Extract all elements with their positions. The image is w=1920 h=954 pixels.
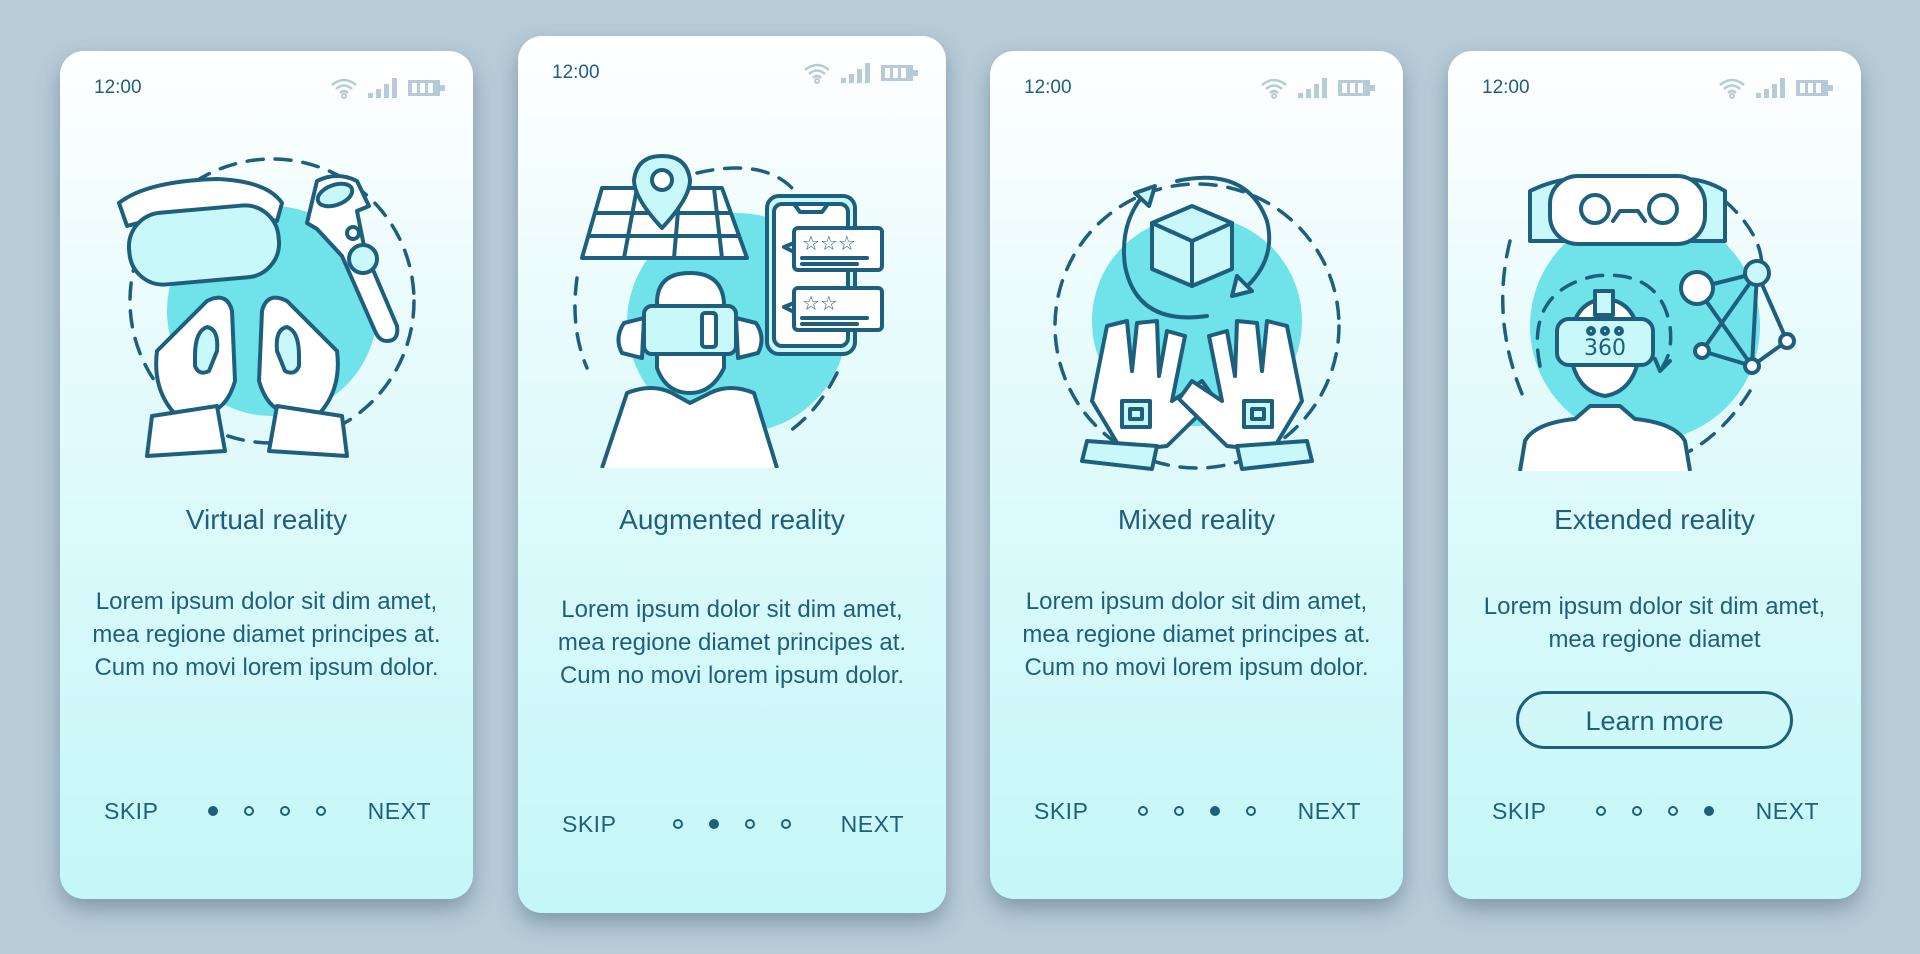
onboarding-screen-augmented-reality: 12:00 ☆☆☆ ☆☆ Augmented reality Lorem ips… [518,36,946,913]
page-indicator [1137,806,1256,816]
wifi-icon [1261,78,1287,99]
battery-icon [881,65,918,81]
vr-headset-controllers-icon [116,157,416,458]
page-dot-1[interactable] [1595,806,1606,816]
onboarding-footer: SKIP NEXT [60,798,473,828]
battery-icon [1338,80,1375,96]
page-dot-4[interactable] [781,819,791,829]
wifi-icon [331,78,357,99]
signal-icon [1756,78,1785,98]
screen-description: Lorem ipsum dolor sit dim amet, mea regi… [1483,593,1826,653]
page-indicator [1595,806,1714,816]
skip-button[interactable]: SKIP [1034,798,1088,825]
status-time: 12:00 [552,62,600,83]
svg-text:☆☆: ☆☆ [802,291,838,315]
ar-map-phone-reviews-icon: ☆☆☆ ☆☆ [573,154,884,468]
next-button[interactable]: NEXT [368,798,431,825]
screen-description: Lorem ipsum dolor sit dim amet, mea regi… [557,596,907,689]
page-dot-2[interactable] [1631,806,1642,816]
status-bar: 12:00 [94,77,447,101]
screen-title: Virtual reality [185,504,348,535]
page-dot-2[interactable] [1173,806,1184,816]
page-dot-2[interactable] [243,806,254,816]
wifi-icon [1719,78,1745,99]
onboarding-footer: SKIP NEXT [1448,798,1861,828]
onboarding-screen-mixed-reality: 12:00 Mixed reality Lorem ipsum dolor si… [990,51,1403,899]
page-dot-2[interactable] [709,819,719,829]
page-indicator [673,819,791,829]
page-dot-4[interactable] [1703,806,1714,816]
screen-title: Augmented reality [619,504,845,535]
wifi-icon [804,63,830,84]
page-dot-3[interactable] [279,806,290,816]
status-bar: 12:00 [1482,77,1835,101]
status-time: 12:00 [1024,77,1072,98]
page-indicator [207,806,326,816]
screen-title: Extended reality [1554,504,1755,535]
next-button[interactable]: NEXT [1298,798,1361,825]
signal-icon [1298,78,1327,98]
next-button[interactable]: NEXT [841,811,904,838]
onboarding-screen-virtual-reality: 12:00 Virtual reality Lorem ipsum dolor … [60,51,473,899]
status-time: 12:00 [94,77,142,98]
page-dot-3[interactable] [1667,806,1678,816]
page-dot-4[interactable] [1245,806,1256,816]
status-bar: 12:00 [1024,77,1377,101]
headset-360-label: 360 [1584,336,1626,361]
next-button[interactable]: NEXT [1756,798,1819,825]
page-dot-4[interactable] [315,806,326,816]
page-dot-1[interactable] [1137,806,1148,816]
screen-description: Lorem ipsum dolor sit dim amet, mea regi… [1022,588,1371,681]
page-dot-3[interactable] [745,819,755,829]
page-dot-3[interactable] [1209,806,1220,816]
xr-360-headset-network-icon: 360 [1500,174,1796,471]
screen-description: Lorem ipsum dolor sit dim amet, mea regi… [92,588,441,681]
learn-more-button[interactable]: Learn more [1516,691,1793,749]
battery-icon [1796,80,1833,96]
skip-button[interactable]: SKIP [104,798,158,825]
page-dot-1[interactable] [673,819,683,829]
mr-cube-gloves-icon [1052,175,1341,471]
status-bar: 12:00 [552,62,920,86]
page-dot-1[interactable] [207,806,218,816]
status-time: 12:00 [1482,77,1530,98]
skip-button[interactable]: SKIP [1492,798,1546,825]
svg-text:☆☆☆: ☆☆☆ [802,231,856,255]
screen-title: Mixed reality [1117,504,1276,535]
battery-icon [408,80,445,96]
skip-button[interactable]: SKIP [562,811,616,838]
signal-icon [368,78,397,98]
onboarding-footer: SKIP NEXT [518,811,946,841]
signal-icon [841,63,870,83]
onboarding-footer: SKIP NEXT [990,798,1403,828]
onboarding-screen-extended-reality: 12:00 360 Extended reality Lorem ipsum d… [1448,51,1861,899]
